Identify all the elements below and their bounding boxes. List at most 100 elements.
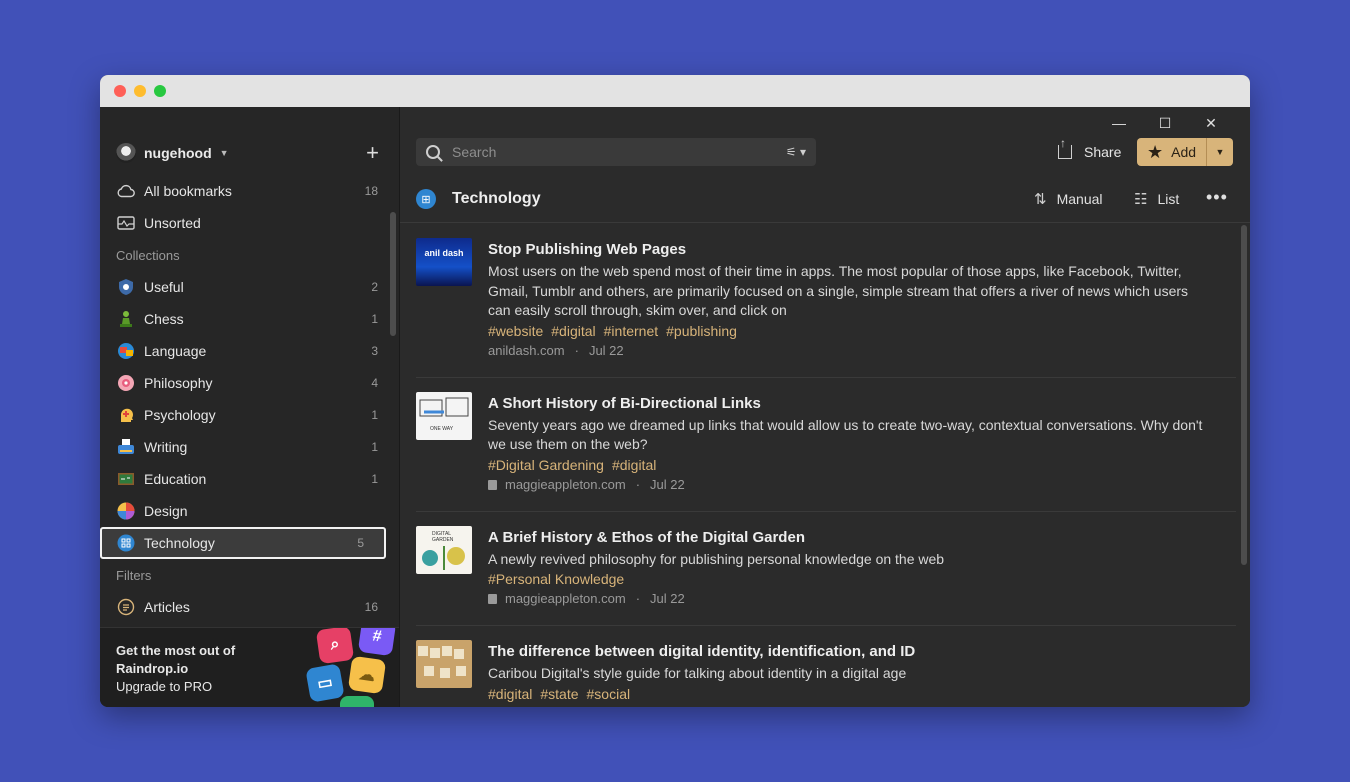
brain-circuit-icon: ⊞ xyxy=(416,189,436,209)
page-title: Technology xyxy=(452,190,541,207)
item-title[interactable]: A Brief History & Ethos of the Digital G… xyxy=(488,528,1236,548)
collections-heading: Collections xyxy=(116,247,180,263)
zoom-window-button[interactable] xyxy=(154,85,166,97)
tag[interactable]: #internet xyxy=(604,323,658,339)
tag[interactable]: #social xyxy=(587,686,631,702)
item-domain: maggieappleton.com xyxy=(505,591,626,606)
item-meta: anildash.com · Jul 22 xyxy=(488,341,1236,361)
sidebar-scrollbar[interactable] xyxy=(390,212,396,336)
item-meta: maggieappleton.com · Jul 22 xyxy=(488,475,1236,495)
list-scrollbar[interactable] xyxy=(1241,225,1247,565)
separator-dot: · xyxy=(635,591,641,606)
sidebar-nav: All bookmarks 18 Unsorted Collections Us… xyxy=(100,175,400,623)
sidebar-item-technology[interactable]: Technology 5 xyxy=(100,527,386,559)
sidebar-item-chess[interactable]: Chess 1 xyxy=(100,303,400,335)
sidebar-item-language[interactable]: Language 3 xyxy=(100,335,400,367)
sidebar-item-label: Articles xyxy=(144,599,190,615)
close-window-button[interactable] xyxy=(114,85,126,97)
minimize-icon[interactable]: — xyxy=(1096,115,1142,131)
tag[interactable]: #publishing xyxy=(666,323,737,339)
item-date: Jul 22 xyxy=(588,342,624,358)
upgrade-promo[interactable]: Get the most out of Raindrop.io Upgrade … xyxy=(100,627,399,707)
window-controls: — ☐ ✕ xyxy=(1096,115,1234,132)
promo-line-2: Raindrop.io xyxy=(116,661,189,676)
add-collection-button[interactable]: + xyxy=(366,142,379,164)
item-count: 1 xyxy=(371,440,378,454)
sidebar-item-label: All bookmarks xyxy=(144,183,232,199)
sidebar-item-writing[interactable]: Writing 1 xyxy=(100,431,400,463)
view-button[interactable]: ☷ List xyxy=(1134,189,1179,209)
item-title[interactable]: Stop Publishing Web Pages xyxy=(488,240,1236,260)
bookmark-list: anil dash Stop Publishing Web Pages Most… xyxy=(400,224,1236,707)
item-count: 1 xyxy=(371,312,378,326)
cloud-tile-icon: ☁ xyxy=(347,655,387,695)
chevron-down-icon: ▼ xyxy=(219,148,229,158)
tag[interactable]: #digital xyxy=(551,323,595,339)
sidebar-item-education[interactable]: Education 1 xyxy=(100,463,400,495)
gear-shield-icon xyxy=(116,277,136,297)
cloud-icon xyxy=(116,181,136,201)
sidebar-item-all-bookmarks[interactable]: All bookmarks 18 xyxy=(100,175,400,207)
separator-dot: · xyxy=(635,476,641,492)
sort-button[interactable]: ⇅ Manual xyxy=(1034,189,1103,209)
sidebar-item-psychology[interactable]: Psychology 1 xyxy=(100,399,400,431)
upgrade-link[interactable]: Upgrade to PRO xyxy=(116,679,212,694)
add-dropdown-button[interactable]: ▼ xyxy=(1207,147,1233,157)
list-item[interactable]: ONE WAY A Short History of Bi-Directiona… xyxy=(416,378,1236,512)
item-count: 18 xyxy=(364,184,378,198)
add-button[interactable]: ★ Add xyxy=(1137,138,1207,166)
sidebar-item-useful[interactable]: Useful 2 xyxy=(100,271,400,303)
sort-label: Manual xyxy=(1056,191,1103,207)
chess-pawn-icon xyxy=(116,309,136,329)
search-input[interactable] xyxy=(452,144,778,160)
sidebar-item-label: Useful xyxy=(144,279,184,295)
head-icon xyxy=(116,405,136,425)
tag[interactable]: #Personal Knowledge xyxy=(488,571,624,587)
item-count: 5 xyxy=(357,536,364,550)
sidebar-item-articles[interactable]: Articles 16 xyxy=(100,591,400,623)
tag-list: #Digital Gardening #digital xyxy=(488,455,1236,475)
tag[interactable]: #state xyxy=(540,686,578,702)
item-description: Seventy years ago we dreamed up links th… xyxy=(488,416,1203,453)
item-count: 3 xyxy=(371,344,378,358)
item-domain: anildash.com xyxy=(488,342,565,358)
tag[interactable]: #Digital Gardening xyxy=(488,457,604,473)
item-count: 16 xyxy=(364,600,378,614)
tag[interactable]: #digital xyxy=(488,686,532,702)
item-title[interactable]: The difference between digital identity,… xyxy=(488,642,1236,662)
tag[interactable]: #digital xyxy=(612,457,656,473)
sidebar-item-unsorted[interactable]: Unsorted xyxy=(100,207,400,239)
tag-list: #website #digital #internet #publishing xyxy=(488,321,1236,341)
more-options-icon[interactable]: ••• xyxy=(1206,187,1228,208)
item-count: 1 xyxy=(371,472,378,486)
sidebar-item-label: Education xyxy=(144,471,207,487)
tag[interactable]: #website xyxy=(488,323,543,339)
thumbnail xyxy=(416,640,472,688)
minimize-window-button[interactable] xyxy=(134,85,146,97)
list-item[interactable]: The difference between digital identity,… xyxy=(416,626,1236,707)
search-bar[interactable]: ⚟ ▾ xyxy=(416,138,816,166)
article-icon xyxy=(488,594,497,604)
sidebar-item-philosophy[interactable]: Philosophy 4 xyxy=(100,367,400,399)
item-domain: maggieappleton.com xyxy=(505,476,626,492)
language-icon xyxy=(116,341,136,361)
filter-options-icon[interactable]: ⚟ ▾ xyxy=(786,145,806,159)
close-icon[interactable]: ✕ xyxy=(1188,115,1234,131)
user-menu[interactable]: nugehood ▼ + xyxy=(116,142,383,164)
sidebar-item-design[interactable]: Design xyxy=(100,495,400,527)
avatar xyxy=(116,143,136,163)
article-filter-icon xyxy=(116,597,136,617)
share-button[interactable]: Share xyxy=(1058,136,1121,166)
list-item[interactable]: anil dash Stop Publishing Web Pages Most… xyxy=(416,224,1236,378)
item-title[interactable]: A Short History of Bi-Directional Links xyxy=(488,394,1236,414)
collection-header: ⊞ Technology ⇅ Manual ☷ List ••• xyxy=(400,185,1250,223)
article-icon xyxy=(488,479,497,490)
filters-heading: Filters xyxy=(116,567,152,583)
maximize-icon[interactable]: ☐ xyxy=(1142,115,1188,131)
item-description: Caribou Digital's style guide for talkin… xyxy=(488,665,907,681)
list-item[interactable]: DIGITAL GARDEN A Brief History & Ethos of… xyxy=(416,512,1236,626)
hashtag-tile-icon: # xyxy=(357,628,397,657)
sidebar-item-label: Unsorted xyxy=(144,215,201,231)
item-description: Most users on the web spend most of thei… xyxy=(488,263,1189,318)
item-meta: maggieappleton.com · Jul 22 xyxy=(488,589,1236,609)
